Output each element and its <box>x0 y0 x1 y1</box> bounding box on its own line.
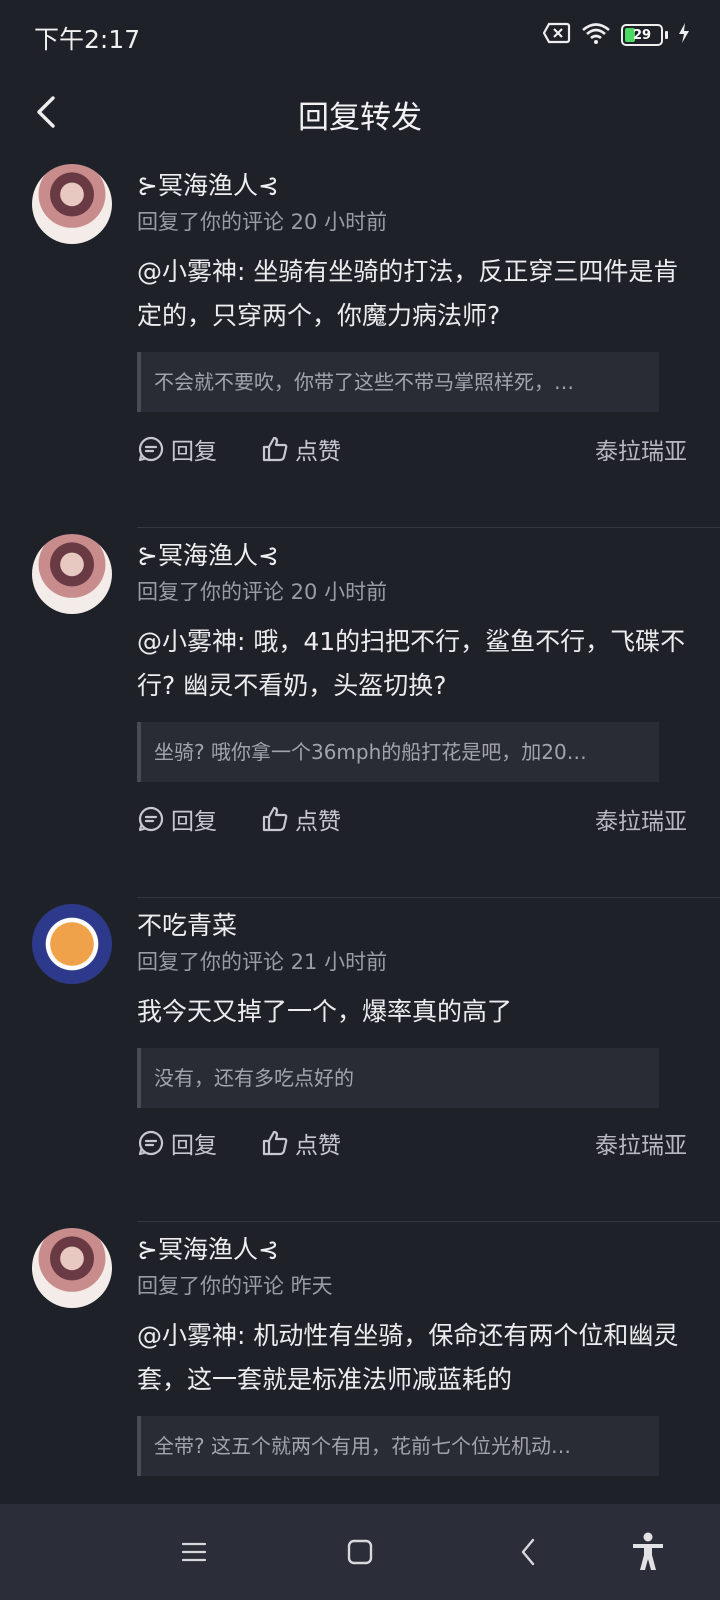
reply-label: 回复 <box>171 439 217 465</box>
game-tag[interactable]: 泰拉瑞亚 <box>595 802 687 836</box>
username[interactable]: 不吃青菜 <box>137 906 237 942</box>
reply-button[interactable]: 回复 <box>137 802 217 836</box>
reply-meta: 回复了你的评论 20 小时前 <box>137 210 388 234</box>
system-nav-bar <box>0 1504 720 1600</box>
thumbs-up-icon <box>262 1130 288 1156</box>
reply-content[interactable]: @小雾神: 坐骑有坐骑的打法，反正穿三四件是肯定的，只穿两个，你魔力病法师? <box>137 250 697 338</box>
girl-avatar[interactable] <box>32 1228 112 1308</box>
shiba-dog-avatar[interactable] <box>32 904 112 984</box>
quoted-comment[interactable]: 没有，还有多吃点好的 <box>137 1048 659 1108</box>
username[interactable]: ⊱冥海渔人⊰ <box>137 1230 279 1266</box>
like-button[interactable]: 点赞 <box>261 802 341 836</box>
reply-meta: 回复了你的评论 昨天 <box>137 1274 333 1298</box>
quoted-comment[interactable]: 全带? 这五个就两个有用，花前七个位光机动… <box>137 1416 659 1476</box>
battery-icon: 29 <box>621 24 663 46</box>
action-row: 回复 点赞 泰拉瑞亚 <box>137 432 687 472</box>
like-label: 点赞 <box>295 809 341 835</box>
reply-button[interactable]: 回复 <box>137 1126 217 1160</box>
reply-button[interactable]: 回复 <box>137 432 217 466</box>
action-row: 回复 点赞 泰拉瑞亚 <box>137 1126 687 1166</box>
thumbs-up-icon <box>262 806 288 832</box>
status-time: 下午2:17 <box>34 25 141 54</box>
reply-meta: 回复了你的评论 21 小时前 <box>137 950 388 974</box>
sim-error-icon <box>542 22 571 48</box>
reply-meta: 回复了你的评论 20 小时前 <box>137 580 388 604</box>
accessibility-icon <box>633 1532 663 1570</box>
thumbs-up-icon <box>262 436 288 462</box>
page-title: 回复转发 <box>298 100 422 136</box>
like-label: 点赞 <box>295 439 341 465</box>
username[interactable]: ⊱冥海渔人⊰ <box>137 536 279 572</box>
wifi-icon <box>581 22 611 48</box>
girl-avatar[interactable] <box>32 164 112 244</box>
list-item: ⊱冥海渔人⊰ 回复了你的评论 昨天 @小雾神: 机动性有坐骑，保命还有两个位和幽… <box>0 1222 720 1504</box>
nav-back-button[interactable] <box>508 1532 548 1572</box>
like-button[interactable]: 点赞 <box>261 1126 341 1160</box>
charging-icon <box>678 23 690 47</box>
like-label: 点赞 <box>295 1133 341 1159</box>
status-bar: 下午2:17 29 <box>0 0 720 70</box>
list-item: 不吃青菜 回复了你的评论 21 小时前 我今天又掉了一个，爆率真的高了 没有，还… <box>0 898 720 1222</box>
reply-list[interactable]: ⊱冥海渔人⊰ 回复了你的评论 20 小时前 @小雾神: 坐骑有坐骑的打法，反正穿… <box>0 158 720 1504</box>
home-button[interactable] <box>340 1532 380 1572</box>
reply-label: 回复 <box>171 1133 217 1159</box>
menu-icon <box>181 1542 207 1562</box>
action-row: 回复 点赞 泰拉瑞亚 <box>137 802 687 842</box>
menu-button[interactable] <box>174 1532 214 1572</box>
home-square-icon <box>347 1539 373 1565</box>
reply-content[interactable]: @小雾神: 哦，41的扫把不行，鲨鱼不行，飞碟不行? 幽灵不看奶，头盔切换? <box>137 620 697 708</box>
header: 回复转发 <box>0 70 720 156</box>
like-button[interactable]: 点赞 <box>261 432 341 466</box>
chevron-left-icon <box>521 1538 535 1566</box>
comment-icon <box>138 1130 164 1156</box>
quoted-comment[interactable]: 不会就不要吹，你带了这些不带马掌照样死，… <box>137 352 659 412</box>
quoted-comment[interactable]: 坐骑? 哦你拿一个36mph的船打花是吧，加20… <box>137 722 659 782</box>
accessibility-button[interactable] <box>628 1532 668 1572</box>
reply-content[interactable]: 我今天又掉了一个，爆率真的高了 <box>137 990 697 1034</box>
battery-cap <box>665 31 668 39</box>
status-icons: 29 <box>542 22 690 48</box>
reply-label: 回复 <box>171 809 217 835</box>
game-tag[interactable]: 泰拉瑞亚 <box>595 432 687 466</box>
girl-avatar[interactable] <box>32 534 112 614</box>
comment-icon <box>138 806 164 832</box>
battery-level: 29 <box>632 27 652 43</box>
reply-content[interactable]: @小雾神: 机动性有坐骑，保命还有两个位和幽灵套，这一套就是标准法师减蓝耗的 <box>137 1314 697 1402</box>
list-item: ⊱冥海渔人⊰ 回复了你的评论 20 小时前 @小雾神: 坐骑有坐骑的打法，反正穿… <box>0 158 720 528</box>
comment-icon <box>138 436 164 462</box>
username[interactable]: ⊱冥海渔人⊰ <box>137 166 279 202</box>
list-item: ⊱冥海渔人⊰ 回复了你的评论 20 小时前 @小雾神: 哦，41的扫把不行，鲨鱼… <box>0 528 720 898</box>
game-tag[interactable]: 泰拉瑞亚 <box>595 1126 687 1160</box>
